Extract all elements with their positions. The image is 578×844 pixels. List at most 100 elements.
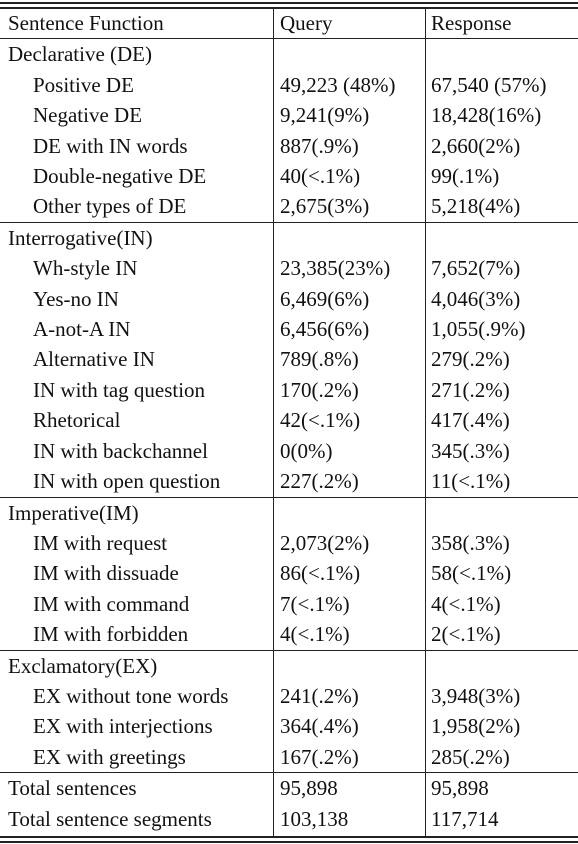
response-value: 1,958(2%) — [431, 714, 521, 739]
row-label: IN with backchannel — [33, 438, 208, 463]
empty-cell — [273, 38, 424, 70]
response-total: 117,714 — [431, 806, 499, 831]
header-sentence-function: Sentence Function — [8, 11, 164, 35]
top-rule-outer — [0, 2, 578, 4]
response-value: 99(.1%) — [431, 164, 500, 189]
table-row: DE with IN words 887(.9%) 2,660(2%) — [0, 131, 578, 161]
table-row: EX with interjections 364(.4%) 1,958(2%) — [0, 711, 578, 741]
query-value: 227(.2%) — [280, 469, 359, 494]
empty-cell — [273, 496, 424, 528]
response-value: 279(.2%) — [431, 347, 510, 372]
group-header-row: Declarative (DE) — [0, 38, 578, 70]
header-query: Query — [280, 11, 333, 35]
query-value: 86(<.1%) — [280, 561, 361, 586]
table-row: Rhetorical 42(<.1%) 417(.4%) — [0, 405, 578, 435]
row-label: Yes-no IN — [33, 286, 119, 311]
bottom-rule-inner — [0, 836, 578, 838]
row-label: IN with open question — [33, 469, 221, 494]
query-total: 95,898 — [273, 772, 424, 804]
response-value: 18,428(16%) — [431, 103, 542, 128]
empty-cell — [273, 649, 424, 681]
row-label: Alternative IN — [33, 347, 155, 372]
query-value: 170(.2%) — [280, 377, 359, 402]
query-value: 4(<.1%) — [280, 622, 350, 647]
query-value: 9,241(9%) — [280, 103, 370, 128]
row-label: Double-negative DE — [33, 164, 207, 189]
header-row: Sentence Function Query Response — [0, 8, 578, 39]
query-value: 42(<.1%) — [280, 408, 361, 433]
response-value: 4,046(3%) — [431, 286, 521, 311]
query-value: 6,469(6%) — [280, 286, 370, 311]
group-header-row: Exclamatory(EX) — [0, 649, 578, 681]
table-row: IN with backchannel 0(0%) 345(.3%) — [0, 436, 578, 466]
query-value: 364(.4%) — [280, 714, 359, 739]
table-row: IN with tag question 170(.2%) 271(.2%) — [0, 375, 578, 405]
group-label: Exclamatory(EX) — [0, 649, 273, 681]
query-value: 789(.8%) — [280, 347, 359, 372]
table-row: IM with command 7(<.1%) 4(<.1%) — [0, 589, 578, 619]
row-label: IM with forbidden — [33, 622, 189, 647]
row-label: DE with IN words — [33, 133, 188, 158]
row-label: Wh-style IN — [33, 256, 138, 281]
group-label: Imperative(IM) — [0, 496, 273, 528]
empty-cell — [424, 38, 578, 70]
empty-cell — [424, 649, 578, 681]
total-row: Total sentences 95,898 95,898 — [0, 772, 578, 804]
query-value: 7(<.1%) — [280, 591, 350, 616]
table-row: IM with dissuade 86(<.1%) 58(<.1%) — [0, 558, 578, 588]
query-total: 103,138 — [280, 806, 349, 831]
table-row: Positive DE 49,223 (48%) 67,540 (57%) — [0, 70, 578, 100]
table-row: Wh-style IN 23,385(23%) 7,652(7%) — [0, 253, 578, 283]
header-response: Response — [431, 11, 512, 35]
row-label: EX with greetings — [33, 744, 186, 769]
query-value: 23,385(23%) — [280, 256, 391, 281]
row-label: Rhetorical — [33, 408, 121, 433]
query-value: 40(<.1%) — [280, 164, 361, 189]
group-label: Interrogative(IN) — [0, 221, 273, 254]
response-value: 285(.2%) — [431, 744, 510, 769]
response-value: 345(.3%) — [431, 438, 510, 463]
response-value: 58(<.1%) — [431, 561, 512, 586]
response-value: 271(.2%) — [431, 377, 510, 402]
group-header-row: Imperative(IM) — [0, 496, 578, 528]
row-label: Positive DE — [33, 72, 134, 97]
row-label: IM with request — [33, 530, 168, 555]
row-label: Negative DE — [33, 103, 143, 128]
response-value: 11(<.1%) — [431, 469, 511, 494]
table-row: Double-negative DE 40(<.1%) 99(.1%) — [0, 161, 578, 191]
query-value: 167(.2%) — [280, 744, 359, 769]
table-row: IN with open question 227(.2%) 11(<.1%) — [0, 466, 578, 497]
row-label: EX with interjections — [33, 714, 213, 739]
response-value: 5,218(4%) — [431, 194, 521, 219]
query-value: 887(.9%) — [280, 133, 359, 158]
column-divider-2 — [424, 8, 426, 837]
query-value: 2,073(2%) — [280, 530, 370, 555]
table-row: IM with forbidden 4(<.1%) 2(<.1%) — [0, 619, 578, 650]
column-divider-1 — [272, 8, 274, 837]
bottom-rule-outer — [0, 841, 578, 843]
table-row: Alternative IN 789(.8%) 279(.2%) — [0, 344, 578, 374]
table-row: Negative DE 9,241(9%) 18,428(16%) — [0, 100, 578, 130]
table-row: IM with request 2,073(2%) 358(.3%) — [0, 528, 578, 558]
empty-cell — [424, 221, 578, 254]
total-row: Total sentence segments 103,138 117,714 — [0, 804, 578, 834]
row-label: IM with dissuade — [33, 561, 179, 586]
response-value: 2(<.1%) — [431, 622, 501, 647]
total-label: Total sentences — [0, 772, 273, 804]
query-value: 6,456(6%) — [280, 317, 370, 342]
table-row: A-not-A IN 6,456(6%) 1,055(.9%) — [0, 314, 578, 344]
sentence-function-table: Sentence Function Query Response Declara… — [0, 8, 578, 834]
response-value: 67,540 (57%) — [431, 72, 547, 97]
row-label: Other types of DE — [33, 194, 187, 219]
row-label: IN with tag question — [33, 377, 206, 402]
query-value: 2,675(3%) — [280, 194, 370, 219]
total-label: Total sentence segments — [8, 806, 212, 831]
table-row: EX with greetings 167(.2%) 285(.2%) — [0, 742, 578, 773]
query-value: 49,223 (48%) — [280, 72, 396, 97]
group-header-row: Interrogative(IN) — [0, 221, 578, 254]
response-value: 417(.4%) — [431, 408, 510, 433]
row-label: A-not-A IN — [33, 317, 131, 342]
table-row: Yes-no IN 6,469(6%) 4,046(3%) — [0, 284, 578, 314]
empty-cell — [424, 496, 578, 528]
response-value: 358(.3%) — [431, 530, 510, 555]
